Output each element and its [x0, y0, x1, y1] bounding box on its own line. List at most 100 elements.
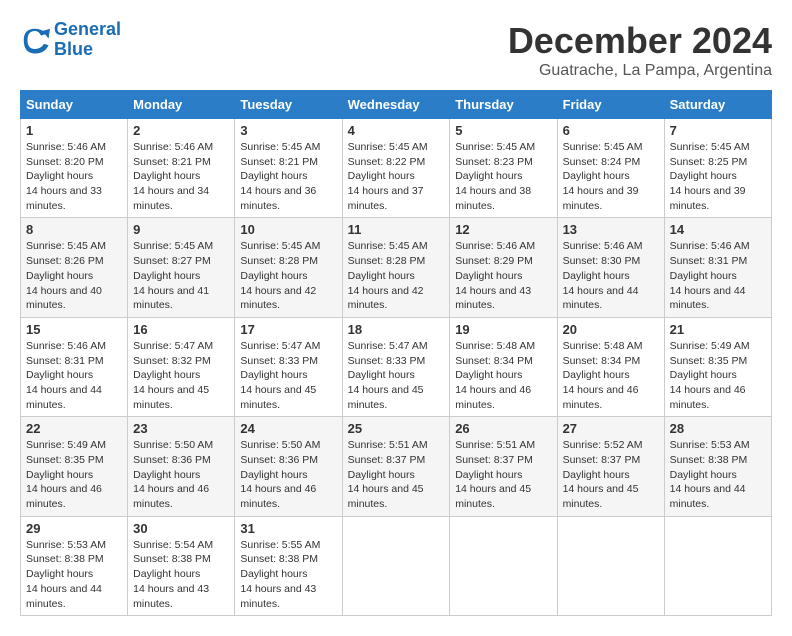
table-row: 25 Sunrise: 5:51 AM Sunset: 8:37 PM Dayl… — [342, 417, 450, 516]
day-number: 9 — [133, 222, 229, 237]
day-info: Sunrise: 5:45 AM Sunset: 8:25 PM Dayligh… — [670, 140, 766, 213]
day-number: 15 — [26, 322, 122, 337]
day-info: Sunrise: 5:53 AM Sunset: 8:38 PM Dayligh… — [670, 438, 766, 511]
day-number: 10 — [240, 222, 336, 237]
table-row: 24 Sunrise: 5:50 AM Sunset: 8:36 PM Dayl… — [235, 417, 342, 516]
table-row: 23 Sunrise: 5:50 AM Sunset: 8:36 PM Dayl… — [128, 417, 235, 516]
day-number: 1 — [26, 123, 122, 138]
table-row: 22 Sunrise: 5:49 AM Sunset: 8:35 PM Dayl… — [21, 417, 128, 516]
table-row: 14 Sunrise: 5:46 AM Sunset: 8:31 PM Dayl… — [664, 218, 771, 317]
col-wednesday: Wednesday — [342, 91, 450, 119]
table-row: 5 Sunrise: 5:45 AM Sunset: 8:23 PM Dayli… — [450, 119, 557, 218]
calendar-week-row: 1 Sunrise: 5:46 AM Sunset: 8:20 PM Dayli… — [21, 119, 772, 218]
day-info: Sunrise: 5:52 AM Sunset: 8:37 PM Dayligh… — [563, 438, 659, 511]
page-header: General Blue December 2024 Guatrache, La… — [20, 20, 772, 80]
table-row: 21 Sunrise: 5:49 AM Sunset: 8:35 PM Dayl… — [664, 317, 771, 416]
table-row — [557, 516, 664, 615]
title-section: December 2024 Guatrache, La Pampa, Argen… — [508, 20, 772, 80]
table-row: 17 Sunrise: 5:47 AM Sunset: 8:33 PM Dayl… — [235, 317, 342, 416]
table-row: 1 Sunrise: 5:46 AM Sunset: 8:20 PM Dayli… — [21, 119, 128, 218]
table-row: 7 Sunrise: 5:45 AM Sunset: 8:25 PM Dayli… — [664, 119, 771, 218]
col-monday: Monday — [128, 91, 235, 119]
day-number: 23 — [133, 421, 229, 436]
calendar-week-row: 15 Sunrise: 5:46 AM Sunset: 8:31 PM Dayl… — [21, 317, 772, 416]
table-row: 11 Sunrise: 5:45 AM Sunset: 8:28 PM Dayl… — [342, 218, 450, 317]
table-row — [664, 516, 771, 615]
day-number: 30 — [133, 521, 229, 536]
day-info: Sunrise: 5:47 AM Sunset: 8:33 PM Dayligh… — [240, 339, 336, 412]
day-number: 16 — [133, 322, 229, 337]
location-title: Guatrache, La Pampa, Argentina — [508, 62, 772, 80]
calendar-week-row: 8 Sunrise: 5:45 AM Sunset: 8:26 PM Dayli… — [21, 218, 772, 317]
day-info: Sunrise: 5:46 AM Sunset: 8:20 PM Dayligh… — [26, 140, 122, 213]
day-info: Sunrise: 5:49 AM Sunset: 8:35 PM Dayligh… — [26, 438, 122, 511]
table-row: 28 Sunrise: 5:53 AM Sunset: 8:38 PM Dayl… — [664, 417, 771, 516]
day-number: 28 — [670, 421, 766, 436]
month-title: December 2024 — [508, 20, 772, 62]
table-row: 27 Sunrise: 5:52 AM Sunset: 8:37 PM Dayl… — [557, 417, 664, 516]
day-info: Sunrise: 5:47 AM Sunset: 8:32 PM Dayligh… — [133, 339, 229, 412]
day-info: Sunrise: 5:55 AM Sunset: 8:38 PM Dayligh… — [240, 538, 336, 611]
table-row: 10 Sunrise: 5:45 AM Sunset: 8:28 PM Dayl… — [235, 218, 342, 317]
col-friday: Friday — [557, 91, 664, 119]
day-info: Sunrise: 5:49 AM Sunset: 8:35 PM Dayligh… — [670, 339, 766, 412]
day-number: 29 — [26, 521, 122, 536]
day-info: Sunrise: 5:45 AM Sunset: 8:22 PM Dayligh… — [348, 140, 445, 213]
calendar-week-row: 22 Sunrise: 5:49 AM Sunset: 8:35 PM Dayl… — [21, 417, 772, 516]
day-info: Sunrise: 5:51 AM Sunset: 8:37 PM Dayligh… — [455, 438, 551, 511]
table-row: 31 Sunrise: 5:55 AM Sunset: 8:38 PM Dayl… — [235, 516, 342, 615]
table-row: 30 Sunrise: 5:54 AM Sunset: 8:38 PM Dayl… — [128, 516, 235, 615]
table-row: 4 Sunrise: 5:45 AM Sunset: 8:22 PM Dayli… — [342, 119, 450, 218]
day-info: Sunrise: 5:50 AM Sunset: 8:36 PM Dayligh… — [240, 438, 336, 511]
day-info: Sunrise: 5:45 AM Sunset: 8:21 PM Dayligh… — [240, 140, 336, 213]
day-number: 20 — [563, 322, 659, 337]
table-row: 15 Sunrise: 5:46 AM Sunset: 8:31 PM Dayl… — [21, 317, 128, 416]
day-number: 6 — [563, 123, 659, 138]
day-number: 19 — [455, 322, 551, 337]
table-row: 9 Sunrise: 5:45 AM Sunset: 8:27 PM Dayli… — [128, 218, 235, 317]
day-info: Sunrise: 5:47 AM Sunset: 8:33 PM Dayligh… — [348, 339, 445, 412]
day-info: Sunrise: 5:45 AM Sunset: 8:24 PM Dayligh… — [563, 140, 659, 213]
day-number: 2 — [133, 123, 229, 138]
day-number: 14 — [670, 222, 766, 237]
day-number: 4 — [348, 123, 445, 138]
day-info: Sunrise: 5:45 AM Sunset: 8:23 PM Dayligh… — [455, 140, 551, 213]
day-number: 17 — [240, 322, 336, 337]
table-row: 3 Sunrise: 5:45 AM Sunset: 8:21 PM Dayli… — [235, 119, 342, 218]
table-row: 18 Sunrise: 5:47 AM Sunset: 8:33 PM Dayl… — [342, 317, 450, 416]
day-number: 24 — [240, 421, 336, 436]
table-row: 19 Sunrise: 5:48 AM Sunset: 8:34 PM Dayl… — [450, 317, 557, 416]
day-info: Sunrise: 5:45 AM Sunset: 8:26 PM Dayligh… — [26, 239, 122, 312]
logo: General Blue — [20, 20, 121, 60]
day-number: 5 — [455, 123, 551, 138]
table-row: 2 Sunrise: 5:46 AM Sunset: 8:21 PM Dayli… — [128, 119, 235, 218]
calendar-week-row: 29 Sunrise: 5:53 AM Sunset: 8:38 PM Dayl… — [21, 516, 772, 615]
day-info: Sunrise: 5:51 AM Sunset: 8:37 PM Dayligh… — [348, 438, 445, 511]
day-info: Sunrise: 5:45 AM Sunset: 8:28 PM Dayligh… — [348, 239, 445, 312]
day-number: 8 — [26, 222, 122, 237]
day-info: Sunrise: 5:54 AM Sunset: 8:38 PM Dayligh… — [133, 538, 229, 611]
logo-text: General Blue — [54, 20, 121, 60]
day-info: Sunrise: 5:46 AM Sunset: 8:29 PM Dayligh… — [455, 239, 551, 312]
day-info: Sunrise: 5:46 AM Sunset: 8:31 PM Dayligh… — [26, 339, 122, 412]
day-number: 3 — [240, 123, 336, 138]
day-number: 11 — [348, 222, 445, 237]
day-number: 22 — [26, 421, 122, 436]
calendar-header-row: Sunday Monday Tuesday Wednesday Thursday… — [21, 91, 772, 119]
day-info: Sunrise: 5:45 AM Sunset: 8:28 PM Dayligh… — [240, 239, 336, 312]
day-info: Sunrise: 5:48 AM Sunset: 8:34 PM Dayligh… — [563, 339, 659, 412]
table-row — [450, 516, 557, 615]
table-row: 13 Sunrise: 5:46 AM Sunset: 8:30 PM Dayl… — [557, 218, 664, 317]
day-number: 31 — [240, 521, 336, 536]
col-sunday: Sunday — [21, 91, 128, 119]
day-number: 26 — [455, 421, 551, 436]
day-number: 18 — [348, 322, 445, 337]
day-info: Sunrise: 5:53 AM Sunset: 8:38 PM Dayligh… — [26, 538, 122, 611]
day-number: 12 — [455, 222, 551, 237]
col-saturday: Saturday — [664, 91, 771, 119]
table-row: 26 Sunrise: 5:51 AM Sunset: 8:37 PM Dayl… — [450, 417, 557, 516]
table-row: 20 Sunrise: 5:48 AM Sunset: 8:34 PM Dayl… — [557, 317, 664, 416]
calendar-table: Sunday Monday Tuesday Wednesday Thursday… — [20, 90, 772, 616]
table-row: 16 Sunrise: 5:47 AM Sunset: 8:32 PM Dayl… — [128, 317, 235, 416]
table-row: 6 Sunrise: 5:45 AM Sunset: 8:24 PM Dayli… — [557, 119, 664, 218]
